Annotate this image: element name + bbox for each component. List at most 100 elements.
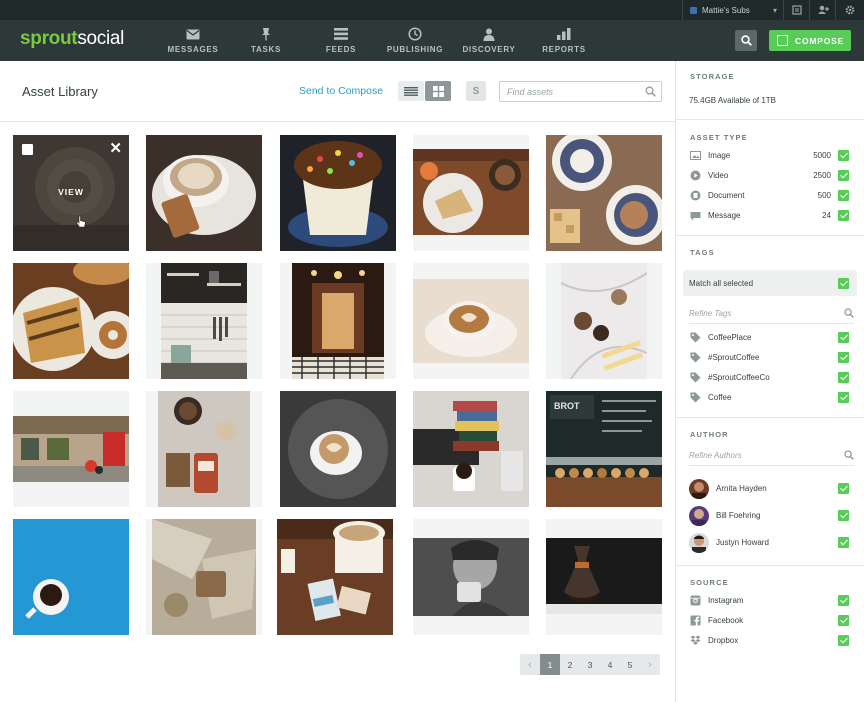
- asset-tile[interactable]: [280, 263, 396, 379]
- publisher-icon[interactable]: [784, 0, 810, 20]
- asset-image: [280, 391, 396, 507]
- asset-tile[interactable]: [413, 391, 529, 507]
- image-checkbox[interactable]: [838, 150, 849, 161]
- refine-tags-placeholder: Refine Tags: [689, 309, 732, 318]
- tag-label: #SproutCoffeeCo: [708, 373, 770, 382]
- asset-image: [277, 519, 393, 635]
- find-assets-input[interactable]: Find assets: [499, 81, 662, 102]
- page-button-3[interactable]: 3: [580, 654, 600, 675]
- global-search-button[interactable]: [735, 30, 757, 51]
- nav-publishing[interactable]: PUBLISHING: [380, 27, 450, 54]
- gear-icon[interactable]: [837, 0, 863, 20]
- sprout-social-logo[interactable]: sproutsocial: [20, 28, 124, 50]
- grid-view-toggle[interactable]: [425, 81, 451, 101]
- asset-image: [161, 263, 247, 379]
- list-view-toggle[interactable]: [398, 81, 424, 101]
- page-button-4[interactable]: 4: [600, 654, 620, 675]
- asset-image: [280, 135, 396, 251]
- asset-tile[interactable]: [413, 263, 529, 379]
- source-label: Facebook: [708, 616, 744, 625]
- page-button-2[interactable]: 2: [560, 654, 580, 675]
- messages-icon: [158, 27, 228, 41]
- match-all-checkbox[interactable]: [838, 278, 849, 289]
- tag-checkbox[interactable]: [838, 352, 849, 363]
- source-checkbox[interactable]: [838, 595, 849, 606]
- tag-checkbox[interactable]: [838, 332, 849, 343]
- nav-messages[interactable]: MESSAGES: [158, 27, 228, 54]
- nav-label: DISCOVERY: [462, 45, 516, 54]
- asset-tile[interactable]: [13, 263, 129, 379]
- view-button[interactable]: VIEW: [13, 187, 129, 197]
- asset-image: [146, 135, 262, 251]
- asset-tile[interactable]: [13, 519, 129, 635]
- nav-label: MESSAGES: [167, 45, 219, 54]
- page-button-1[interactable]: 1: [540, 654, 560, 675]
- close-icon[interactable]: ✕: [109, 139, 122, 157]
- next-page-button[interactable]: ›: [640, 654, 660, 675]
- search-icon: [844, 450, 854, 460]
- tag-checkbox[interactable]: [838, 392, 849, 403]
- tag-checkbox[interactable]: [838, 372, 849, 383]
- asset-tile[interactable]: [280, 391, 396, 507]
- s-toggle-button[interactable]: S: [466, 81, 486, 101]
- author-checkbox[interactable]: [838, 537, 849, 548]
- author-checkbox[interactable]: [838, 483, 849, 494]
- asset-tile[interactable]: [413, 519, 529, 635]
- add-user-icon[interactable]: [810, 0, 836, 20]
- author-checkbox[interactable]: [838, 510, 849, 521]
- page-title: Asset Library: [22, 84, 98, 99]
- avatar: [689, 533, 709, 553]
- asset-tile[interactable]: [146, 391, 262, 507]
- nav-tasks[interactable]: TASKS: [231, 27, 301, 54]
- asset-tile[interactable]: [413, 135, 529, 251]
- asset-tile[interactable]: [146, 263, 262, 379]
- video-checkbox[interactable]: [838, 170, 849, 181]
- filter-sidebar: STORAGE 75.4GB Available of 1TB ASSET TY…: [675, 61, 864, 702]
- tag-icon: [690, 392, 701, 403]
- nav-reports[interactable]: REPORTS: [529, 27, 599, 54]
- tag-label: CoffeePlace: [708, 333, 752, 342]
- document-checkbox[interactable]: [838, 190, 849, 201]
- message-checkbox[interactable]: [838, 210, 849, 221]
- asset-tile[interactable]: [277, 519, 393, 635]
- nav-discovery[interactable]: DISCOVERY: [454, 27, 524, 54]
- source-checkbox[interactable]: [838, 635, 849, 646]
- account-name: Mattie's Subs: [702, 5, 750, 15]
- reports-icon: [529, 27, 599, 41]
- asset-tile[interactable]: [546, 263, 662, 379]
- asset-tile[interactable]: BROT: [546, 391, 662, 507]
- asset-tile[interactable]: [546, 135, 662, 251]
- asset-tile[interactable]: [280, 135, 396, 251]
- facebook-icon: [690, 615, 701, 626]
- asset-tile[interactable]: [146, 135, 262, 251]
- select-checkbox[interactable]: [22, 144, 33, 155]
- divider: [676, 235, 864, 236]
- storage-text: 75.4GB Available of 1TB: [689, 96, 777, 105]
- nav-feeds[interactable]: FEEDS: [306, 27, 376, 54]
- avatar: [689, 479, 709, 499]
- tag-label: Coffee: [708, 393, 732, 402]
- refine-authors-input[interactable]: Refine Authors: [689, 450, 854, 466]
- prev-page-button[interactable]: ‹: [520, 654, 540, 675]
- account-switcher[interactable]: Mattie's Subs ▾: [682, 0, 784, 20]
- tag-icon: [690, 372, 701, 383]
- refine-tags-input[interactable]: Refine Tags: [689, 308, 854, 324]
- chevron-down-icon: ▾: [772, 5, 777, 15]
- author-label: Bill Foehring: [716, 511, 761, 520]
- send-to-compose-link[interactable]: Send to Compose: [299, 85, 383, 97]
- asset-tile[interactable]: [546, 519, 662, 635]
- pin-icon: [231, 27, 301, 41]
- divider: [676, 119, 864, 120]
- compose-button[interactable]: COMPOSE: [769, 30, 851, 51]
- asset-image: [413, 149, 529, 235]
- asset-tile[interactable]: ✕ VIEW: [13, 135, 129, 251]
- asset-tile[interactable]: [13, 391, 129, 507]
- asset-image: [152, 519, 256, 635]
- dropbox-icon: [690, 635, 701, 646]
- search-icon: [740, 35, 752, 46]
- asset-tile[interactable]: [146, 519, 262, 635]
- instagram-icon: [690, 595, 701, 606]
- asset-type-label: Document: [708, 191, 745, 200]
- source-checkbox[interactable]: [838, 615, 849, 626]
- page-button-5[interactable]: 5: [620, 654, 640, 675]
